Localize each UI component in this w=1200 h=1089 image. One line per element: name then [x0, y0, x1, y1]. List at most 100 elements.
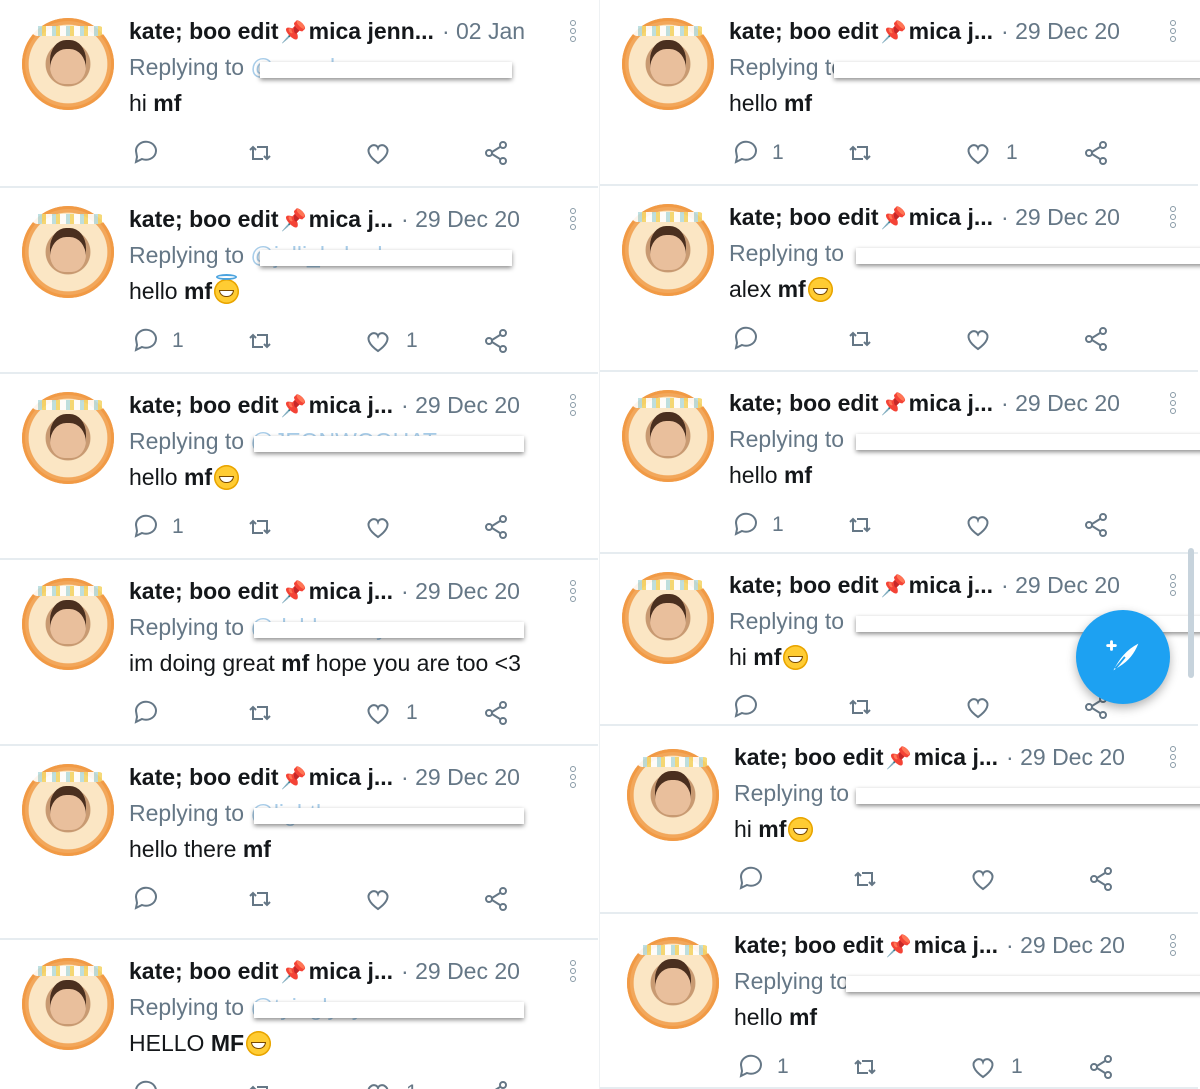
compose-tweet-button[interactable]	[1076, 610, 1170, 704]
like-button[interactable]: 1	[364, 324, 418, 358]
more-icon[interactable]	[1170, 934, 1178, 962]
reply-button[interactable]	[730, 690, 772, 724]
like-button[interactable]: 1	[364, 696, 418, 730]
like-button[interactable]	[364, 510, 406, 544]
tweet-date[interactable]: · 29 Dec 20	[401, 958, 520, 984]
reply-button[interactable]: 1	[735, 1050, 789, 1084]
reply-button[interactable]	[130, 696, 172, 730]
display-name-2[interactable]: mica j...	[909, 204, 993, 230]
more-icon[interactable]	[570, 766, 578, 794]
tweet-date[interactable]: · 29 Dec 20	[1001, 572, 1120, 598]
avatar[interactable]	[22, 764, 114, 856]
like-button[interactable]	[964, 690, 1006, 724]
reply-button[interactable]	[130, 136, 172, 170]
display-name-2[interactable]: mica j...	[309, 206, 393, 232]
like-button[interactable]	[364, 882, 406, 916]
retweet-button[interactable]	[246, 324, 274, 358]
retweet-button[interactable]	[246, 882, 274, 916]
avatar[interactable]	[22, 206, 114, 298]
more-icon[interactable]	[570, 20, 578, 48]
retweet-button[interactable]	[246, 1076, 274, 1089]
tweet-date[interactable]: · 29 Dec 20	[1001, 204, 1120, 230]
like-button[interactable]	[969, 862, 1011, 896]
share-button[interactable]	[1082, 136, 1110, 170]
avatar[interactable]	[622, 204, 714, 296]
tweet-date[interactable]: · 02 Jan	[442, 18, 525, 44]
display-name-2[interactable]: mica j...	[309, 764, 393, 790]
display-name[interactable]: kate; boo edit	[729, 572, 879, 598]
tweet-date[interactable]: · 29 Dec 20	[401, 206, 520, 232]
avatar[interactable]	[622, 572, 714, 664]
retweet-button[interactable]	[846, 136, 874, 170]
retweet-button[interactable]	[846, 322, 874, 356]
display-name-2[interactable]: mica j...	[309, 392, 393, 418]
tweet[interactable]: kate; boo edit📌mica j... · 29 Dec 20 Repl…	[0, 940, 598, 1089]
scrollbar[interactable]	[1188, 548, 1194, 678]
share-button[interactable]	[482, 136, 510, 170]
display-name-2[interactable]: mica j...	[309, 578, 393, 604]
retweet-button[interactable]	[246, 696, 274, 730]
display-name-2[interactable]: mica j...	[309, 958, 393, 984]
like-button[interactable]: 1	[964, 136, 1018, 170]
more-icon[interactable]	[1170, 574, 1178, 602]
display-name-2[interactable]: mica j...	[909, 572, 993, 598]
reply-button[interactable]: 1	[730, 136, 784, 170]
tweet[interactable]: kate; boo edit📌mica j... · 29 Dec 20 Repl…	[600, 186, 1200, 372]
more-icon[interactable]	[570, 960, 578, 988]
avatar[interactable]	[627, 937, 719, 1029]
display-name[interactable]: kate; boo edit	[129, 18, 279, 44]
retweet-button[interactable]	[851, 1050, 879, 1084]
tweet-date[interactable]: · 29 Dec 20	[401, 764, 520, 790]
retweet-button[interactable]	[246, 510, 274, 544]
more-icon[interactable]	[1170, 392, 1178, 420]
display-name[interactable]: kate; boo edit	[129, 578, 279, 604]
more-icon[interactable]	[1170, 746, 1178, 774]
tweet[interactable]: kate; boo edit📌mica j... · 29 Dec 20 Repl…	[0, 746, 598, 940]
retweet-button[interactable]	[846, 690, 874, 724]
tweet-date[interactable]: · 29 Dec 20	[1006, 932, 1125, 958]
like-button[interactable]	[964, 508, 1006, 542]
avatar[interactable]	[622, 390, 714, 482]
share-button[interactable]	[482, 510, 510, 544]
avatar[interactable]	[627, 749, 719, 841]
share-button[interactable]	[482, 696, 510, 730]
like-button[interactable]	[364, 136, 406, 170]
tweet-date[interactable]: · 29 Dec 20	[401, 578, 520, 604]
reply-button[interactable]	[130, 1076, 172, 1089]
display-name[interactable]: kate; boo edit	[734, 744, 884, 770]
display-name[interactable]: kate; boo edit	[129, 764, 279, 790]
reply-button[interactable]: 1	[130, 510, 184, 544]
tweet[interactable]: kate; boo edit📌mica j... · 29 Dec 20 Repl…	[600, 0, 1200, 186]
display-name-2[interactable]: mica j...	[914, 744, 998, 770]
tweet[interactable]: kate; boo edit📌mica j... · 29 Dec 20 Repl…	[0, 374, 598, 560]
retweet-button[interactable]	[851, 862, 879, 896]
share-button[interactable]	[1087, 862, 1115, 896]
tweet[interactable]: kate; boo edit📌mica j... · 29 Dec 20 Repl…	[0, 188, 598, 374]
more-icon[interactable]	[1170, 20, 1178, 48]
tweet-date[interactable]: · 29 Dec 20	[1006, 744, 1125, 770]
reply-button[interactable]	[730, 322, 772, 356]
display-name-2[interactable]: mica j...	[914, 932, 998, 958]
like-button[interactable]: 1	[969, 1050, 1023, 1084]
reply-button[interactable]	[130, 882, 172, 916]
display-name[interactable]: kate; boo edit	[729, 390, 879, 416]
display-name-2[interactable]: mica j...	[909, 18, 993, 44]
more-icon[interactable]	[570, 580, 578, 608]
share-button[interactable]	[482, 1076, 510, 1089]
avatar[interactable]	[22, 578, 114, 670]
tweet[interactable]: kate; boo edit📌mica jenn... · 02 Jan Repl…	[0, 0, 598, 188]
retweet-button[interactable]	[846, 508, 874, 542]
display-name-2[interactable]: mica j...	[909, 390, 993, 416]
display-name[interactable]: kate; boo edit	[129, 392, 279, 418]
share-button[interactable]	[1082, 508, 1110, 542]
more-icon[interactable]	[1170, 206, 1178, 234]
share-button[interactable]	[482, 324, 510, 358]
display-name[interactable]: kate; boo edit	[729, 204, 879, 230]
avatar[interactable]	[22, 18, 114, 110]
display-name[interactable]: kate; boo edit	[129, 958, 279, 984]
avatar[interactable]	[22, 392, 114, 484]
share-button[interactable]	[482, 882, 510, 916]
like-button[interactable]: 1	[364, 1076, 418, 1089]
reply-button[interactable]: 1	[130, 324, 184, 358]
tweet-date[interactable]: · 29 Dec 20	[1001, 18, 1120, 44]
